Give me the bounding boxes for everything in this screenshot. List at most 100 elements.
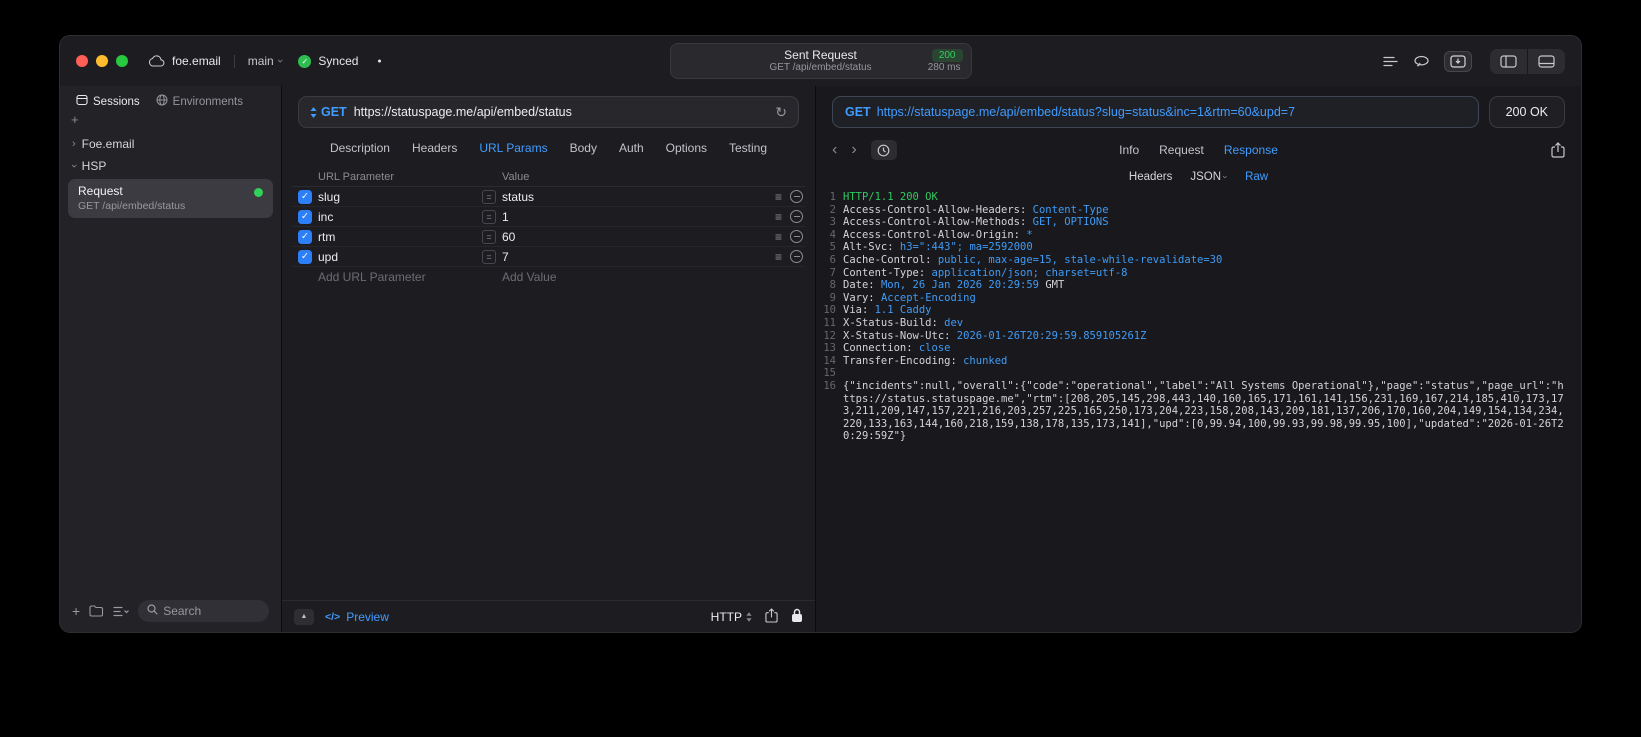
param-name[interactable]: rtm bbox=[318, 230, 478, 244]
tab-response[interactable]: Response bbox=[1224, 143, 1278, 157]
param-value[interactable]: 7 bbox=[502, 250, 509, 264]
minimize-window-button[interactable] bbox=[96, 55, 108, 67]
tree-item-request-selected[interactable]: Request GET /api/embed/status bbox=[68, 179, 273, 218]
sidebar-toggle-icon[interactable] bbox=[1490, 49, 1527, 74]
param-row: ✓ inc = 1 ≡ bbox=[292, 207, 805, 227]
search-input[interactable]: Search bbox=[138, 600, 269, 622]
back-icon[interactable]: › bbox=[832, 141, 837, 159]
add-session-button[interactable]: + bbox=[71, 112, 79, 127]
add-request-button[interactable]: + bbox=[72, 603, 80, 619]
tab-info[interactable]: Info bbox=[1119, 143, 1139, 157]
param-value-cell[interactable]: = 60 bbox=[478, 229, 759, 244]
project-name[interactable]: foe.email bbox=[172, 54, 221, 68]
lock-icon[interactable] bbox=[791, 608, 803, 626]
param-value[interactable]: status bbox=[502, 190, 534, 204]
param-checkbox[interactable]: ✓ bbox=[298, 249, 312, 264]
param-checkbox[interactable]: ✓ bbox=[298, 209, 312, 224]
share-icon[interactable] bbox=[765, 607, 778, 626]
subtab-headers[interactable]: Headers bbox=[1129, 171, 1172, 183]
lasso-icon[interactable] bbox=[1413, 55, 1430, 68]
remove-row-icon[interactable] bbox=[790, 230, 803, 243]
param-checkbox[interactable]: ✓ bbox=[298, 189, 312, 204]
add-folder-icon[interactable] bbox=[89, 605, 104, 617]
unsaved-dot-icon: ● bbox=[377, 57, 382, 65]
code-line: 8 Date: Mon, 26 Jan 2026 20:29:59 GMT bbox=[816, 279, 1581, 292]
tab-body[interactable]: Body bbox=[570, 141, 597, 155]
add-value[interactable]: Add Value bbox=[478, 270, 759, 284]
sort-list-icon[interactable] bbox=[113, 606, 130, 617]
layout-toggle-group bbox=[1490, 48, 1565, 74]
param-value-cell[interactable]: = 1 bbox=[478, 209, 759, 224]
tab-environments[interactable]: Environments bbox=[156, 94, 243, 109]
add-param-row[interactable]: Add URL Parameter Add Value bbox=[292, 267, 805, 287]
subtab-raw[interactable]: Raw bbox=[1245, 171, 1268, 183]
param-name[interactable]: inc bbox=[318, 210, 478, 224]
tab-sessions[interactable]: Sessions bbox=[76, 94, 140, 109]
remove-row-icon[interactable] bbox=[790, 210, 803, 223]
code-text: Alt-Svc: h3=":443"; ma=2592000 bbox=[843, 241, 1033, 254]
row-menu-icon[interactable]: ≡ bbox=[775, 230, 782, 244]
url-params-rows: ✓ slug = status ≡ ✓ inc = 1 ≡ ✓ rtm = 60… bbox=[292, 187, 805, 267]
method-selector[interactable]: GET bbox=[310, 105, 347, 119]
tree-item-hsp[interactable]: › HSP bbox=[60, 155, 281, 177]
sent-url: https://statuspage.me/api/embed/status?s… bbox=[876, 105, 1296, 119]
code-text: Vary: Accept-Encoding bbox=[843, 291, 976, 304]
history-clock-icon[interactable] bbox=[870, 140, 897, 160]
row-menu-icon[interactable]: ≡ bbox=[775, 210, 782, 224]
request-panel: GET https://statuspage.me/api/embed/stat… bbox=[282, 86, 816, 632]
chevron-right-icon[interactable]: › bbox=[72, 138, 76, 150]
request-lines-icon[interactable] bbox=[1382, 55, 1399, 68]
code-line: 14 Transfer-Encoding: chunked bbox=[816, 355, 1581, 368]
branch-selector[interactable]: main › bbox=[248, 54, 286, 68]
response-nav: › › Info Request Response bbox=[832, 138, 1565, 162]
code-text: Access-Control-Allow-Origin: * bbox=[843, 228, 1033, 241]
param-name[interactable]: upd bbox=[318, 250, 478, 264]
tab-url-params[interactable]: URL Params bbox=[479, 141, 547, 155]
preview-button[interactable]: </> Preview bbox=[325, 610, 389, 624]
code-line: 4 Access-Control-Allow-Origin: * bbox=[816, 229, 1581, 242]
code-line: 16 {"incidents":null,"overall":{"code":"o… bbox=[816, 380, 1581, 443]
remove-row-icon[interactable] bbox=[790, 190, 803, 203]
request-url[interactable]: https://statuspage.me/api/embed/status bbox=[354, 105, 572, 119]
resend-icon[interactable]: ↻ bbox=[775, 104, 787, 121]
import-response-icon[interactable] bbox=[1444, 50, 1472, 72]
row-menu-icon[interactable]: ≡ bbox=[775, 190, 782, 204]
app-window: foe.email main › ✓ Synced ● Sent Request… bbox=[59, 35, 1582, 633]
code-text: Access-Control-Allow-Methods: GET, OPTIO… bbox=[843, 216, 1109, 229]
sidebar: Sessions Environments + › Foe.email › HS… bbox=[60, 86, 282, 632]
forward-icon[interactable]: › bbox=[851, 141, 856, 159]
export-response-icon[interactable] bbox=[1551, 142, 1565, 158]
zoom-window-button[interactable] bbox=[116, 55, 128, 67]
subtab-json[interactable]: JSON › bbox=[1190, 171, 1230, 183]
expand-panel-button[interactable]: ▲ bbox=[294, 608, 314, 625]
response-code[interactable]: 1 HTTP/1.1 200 OK 2 Access-Control-Allow-He… bbox=[816, 191, 1581, 632]
bottom-panel-toggle-icon[interactable] bbox=[1527, 48, 1565, 74]
chevron-down-icon[interactable]: › bbox=[68, 164, 80, 168]
activity-display[interactable]: Sent Request GET /api/embed/status 200 2… bbox=[669, 43, 972, 79]
request-url-bar[interactable]: GET https://statuspage.me/api/embed/stat… bbox=[298, 96, 799, 128]
param-row-actions: ≡ bbox=[759, 190, 805, 204]
add-url-parameter[interactable]: Add URL Parameter bbox=[318, 270, 478, 284]
tab-auth[interactable]: Auth bbox=[619, 141, 644, 155]
tab-request[interactable]: Request bbox=[1159, 143, 1204, 157]
tree-item-foe-email[interactable]: › Foe.email bbox=[60, 133, 281, 155]
protocol-selector[interactable]: HTTP bbox=[711, 610, 752, 624]
param-value-cell[interactable]: = 7 bbox=[478, 249, 759, 264]
param-name[interactable]: slug bbox=[318, 190, 478, 204]
remove-row-icon[interactable] bbox=[790, 250, 803, 263]
param-value-cell[interactable]: = status bbox=[478, 189, 759, 204]
close-window-button[interactable] bbox=[76, 55, 88, 67]
history-arrows: › › bbox=[832, 141, 857, 159]
param-checkbox[interactable]: ✓ bbox=[298, 229, 312, 244]
tab-description[interactable]: Description bbox=[330, 141, 390, 155]
code-icon: </> bbox=[325, 610, 341, 623]
param-value[interactable]: 60 bbox=[502, 230, 515, 244]
tab-headers[interactable]: Headers bbox=[412, 141, 457, 155]
request-tabs: Description Headers URL Params Body Auth… bbox=[282, 141, 815, 155]
param-value[interactable]: 1 bbox=[502, 210, 509, 224]
sent-request-url[interactable]: GET https://statuspage.me/api/embed/stat… bbox=[832, 96, 1479, 128]
tab-options[interactable]: Options bbox=[666, 141, 707, 155]
row-menu-icon[interactable]: ≡ bbox=[775, 250, 782, 264]
tab-testing[interactable]: Testing bbox=[729, 141, 767, 155]
